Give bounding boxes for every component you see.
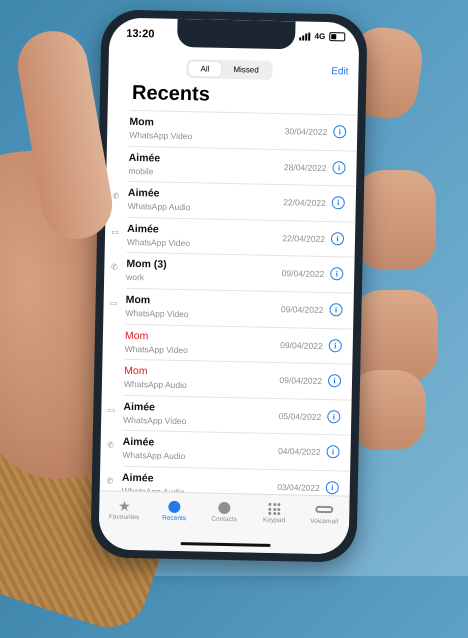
- call-type: WhatsApp Audio: [122, 450, 186, 462]
- info-icon[interactable]: i: [330, 231, 345, 246]
- network-label: 4G: [314, 31, 326, 41]
- call-row[interactable]: ✆ Aimée WhatsApp Audio 04/04/2022 i: [107, 430, 351, 471]
- recents-list: Mom WhatsApp Video 30/04/2022 i Aimée mobile 2…: [99, 109, 358, 507]
- video-icon: ▭: [109, 298, 118, 308]
- caller-name: Mom (3): [126, 258, 167, 272]
- call-date: 09/04/2022: [279, 375, 323, 387]
- call-date: 09/04/2022: [280, 304, 324, 315]
- person-icon: [218, 501, 231, 515]
- status-icons: 4G: [299, 31, 346, 42]
- call-row[interactable]: ▭ Aimée WhatsApp Video 05/04/2022 i: [108, 394, 352, 435]
- call-row[interactable]: Aimée mobile 28/04/2022 i: [128, 145, 357, 186]
- call-type: work: [126, 272, 145, 283]
- call-type: mobile: [128, 165, 154, 176]
- tab-contacts[interactable]: Contacts: [199, 499, 249, 523]
- clock-icon: [168, 500, 181, 514]
- info-icon[interactable]: i: [326, 445, 340, 459]
- segmented-control: All Missed: [186, 59, 273, 80]
- caller-name: Mom: [125, 293, 151, 307]
- video-icon: ▭: [107, 405, 116, 415]
- call-type: WhatsApp Video: [126, 236, 191, 248]
- signal-icon: [299, 32, 311, 41]
- phone-icon: ✆: [106, 476, 114, 486]
- caller-name: Mom: [129, 115, 155, 129]
- finger-3: [352, 290, 438, 382]
- info-icon[interactable]: i: [327, 374, 342, 388]
- call-date: 28/04/2022: [283, 161, 327, 173]
- call-row[interactable]: ✆ Mom (3) work 09/04/2022 i: [111, 252, 355, 293]
- tab-label: Recents: [162, 514, 187, 523]
- call-date: 09/04/2022: [280, 339, 323, 351]
- tab-bar: ★ Favourites Recents Contacts Keypad Voi…: [98, 490, 350, 555]
- tab-label: Favourites: [108, 513, 140, 522]
- call-type: WhatsApp Video: [129, 129, 193, 142]
- keypad-icon: [268, 502, 281, 516]
- finger-2: [354, 170, 436, 270]
- tab-label: Contacts: [211, 515, 238, 524]
- call-type: WhatsApp Video: [123, 414, 187, 426]
- info-icon[interactable]: i: [327, 409, 341, 424]
- call-row[interactable]: Mom WhatsApp Audio 09/04/2022 i: [123, 358, 353, 400]
- call-date: 22/04/2022: [282, 232, 326, 244]
- caller-name: Aimée: [122, 436, 155, 449]
- video-icon: ▭: [111, 227, 119, 237]
- home-indicator: [180, 542, 271, 547]
- call-date: 30/04/2022: [284, 126, 328, 138]
- tab-keypad[interactable]: Keypad: [249, 500, 299, 524]
- caller-name: Aimée: [121, 471, 154, 485]
- tab-label: Voicemail: [310, 517, 339, 526]
- caller-name: Mom: [124, 329, 149, 342]
- tab-label: Keypad: [262, 516, 286, 525]
- call-date: 05/04/2022: [278, 410, 322, 422]
- tab-favourites[interactable]: ★ Favourites: [99, 497, 149, 521]
- call-date: 09/04/2022: [281, 268, 325, 280]
- notch: [176, 18, 296, 50]
- call-date: 22/04/2022: [283, 197, 326, 209]
- call-type: WhatsApp Video: [125, 307, 189, 320]
- tab-recents[interactable]: Recents: [149, 498, 199, 522]
- phone: 13:20 4G All Missed Edit Recents Mom What…: [90, 9, 368, 563]
- caller-name: Mom: [124, 364, 148, 378]
- caller-name: Aimée: [128, 151, 161, 165]
- call-type: WhatsApp Audio: [123, 378, 187, 391]
- call-date: 03/04/2022: [277, 481, 320, 493]
- call-row[interactable]: ▭ Aimée WhatsApp Video 22/04/2022 i: [111, 216, 356, 257]
- tab-voicemail[interactable]: Voicemail: [299, 502, 349, 526]
- status-time: 13:20: [126, 27, 155, 41]
- info-icon[interactable]: i: [328, 338, 342, 352]
- caller-name: Aimée: [127, 187, 160, 200]
- info-icon[interactable]: i: [330, 267, 344, 281]
- segment-all[interactable]: All: [188, 61, 222, 77]
- call-row[interactable]: ✆ Aimée WhatsApp Audio 22/04/2022 i: [112, 181, 357, 222]
- phone-icon: ✆: [107, 440, 115, 450]
- info-icon[interactable]: i: [331, 196, 345, 210]
- phone-screen: 13:20 4G All Missed Edit Recents Mom What…: [98, 17, 360, 555]
- call-row[interactable]: Mom WhatsApp Video 30/04/2022 i: [128, 109, 358, 151]
- voicemail-icon: [315, 505, 334, 514]
- call-date: 04/04/2022: [277, 446, 321, 458]
- info-icon[interactable]: i: [325, 481, 339, 495]
- call-type: WhatsApp Video: [124, 343, 188, 355]
- call-row[interactable]: Mom WhatsApp Video 09/04/2022 i: [124, 323, 354, 364]
- call-row[interactable]: ▭ Mom WhatsApp Video 09/04/2022 i: [110, 287, 354, 329]
- caller-name: Aimée: [127, 222, 159, 236]
- segment-missed[interactable]: Missed: [221, 62, 271, 78]
- battery-icon: [329, 32, 346, 42]
- edit-button[interactable]: Edit: [331, 66, 348, 77]
- info-icon[interactable]: i: [333, 125, 347, 139]
- star-icon: ★: [117, 497, 131, 514]
- caller-name: Aimée: [123, 400, 156, 414]
- info-icon[interactable]: i: [332, 160, 346, 175]
- info-icon[interactable]: i: [329, 303, 343, 317]
- phone-icon: ✆: [110, 262, 118, 273]
- call-type: WhatsApp Audio: [127, 201, 191, 213]
- page-title: Recents: [131, 81, 211, 106]
